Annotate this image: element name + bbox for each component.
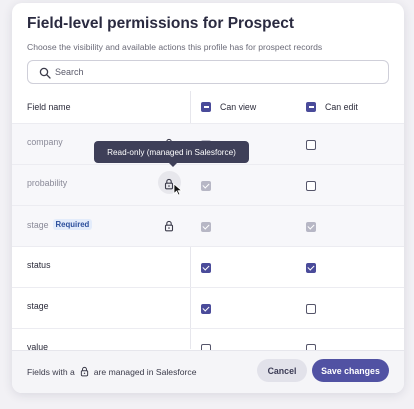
header-can-view[interactable]: Can view bbox=[201, 97, 256, 117]
select-all-edit-checkbox[interactable] bbox=[306, 102, 316, 112]
can-edit-checkbox bbox=[306, 222, 316, 232]
field-name: status bbox=[27, 260, 50, 270]
can-edit-checkbox[interactable] bbox=[306, 263, 316, 273]
field-name: stage bbox=[27, 301, 49, 311]
save-changes-button[interactable]: Save changes bbox=[312, 359, 389, 382]
permissions-dialog: Field-level permissions for Prospect Cho… bbox=[12, 3, 404, 393]
header-can-edit[interactable]: Can edit bbox=[306, 97, 358, 117]
dialog-subtitle: Choose the visibility and available acti… bbox=[27, 42, 323, 52]
field-name-label: status bbox=[27, 260, 51, 270]
can-view-checkbox bbox=[201, 181, 211, 191]
can-edit-checkbox[interactable] bbox=[306, 304, 316, 314]
field-name: probability bbox=[27, 178, 67, 188]
search-icon bbox=[39, 67, 51, 79]
table-row: probability bbox=[12, 164, 404, 205]
header-can-edit-label: Can edit bbox=[325, 102, 358, 112]
select-all-view-checkbox[interactable] bbox=[201, 102, 211, 112]
lock-icon[interactable] bbox=[164, 220, 174, 232]
dialog-footer: Fields with a are managed in Salesforce … bbox=[12, 350, 404, 393]
can-edit-checkbox bbox=[306, 181, 316, 191]
can-edit-checkbox bbox=[306, 140, 316, 150]
header-can-view-label: Can view bbox=[220, 102, 257, 112]
table-row: status bbox=[12, 246, 404, 287]
table-row: stage Required bbox=[12, 205, 404, 246]
field-name-label: company bbox=[27, 137, 63, 147]
table-row: stage bbox=[12, 287, 404, 328]
footer-note-suffix: are managed in Salesforce bbox=[93, 366, 197, 377]
can-view-checkbox[interactable] bbox=[201, 304, 211, 314]
cancel-button[interactable]: Cancel bbox=[257, 359, 307, 382]
can-view-checkbox bbox=[201, 222, 211, 232]
lock-icon bbox=[80, 366, 88, 377]
can-view-checkbox[interactable] bbox=[201, 263, 211, 273]
header-field-name: Field name bbox=[27, 102, 71, 112]
field-name-label: probability bbox=[27, 178, 68, 188]
dialog-title: Field-level permissions for Prospect bbox=[27, 15, 295, 32]
footer-note: Fields with a are managed in Salesforce bbox=[27, 366, 196, 377]
read-only-tooltip: Read-only (managed in Salesforce) bbox=[94, 141, 249, 167]
field-name: stage Required bbox=[27, 219, 93, 230]
search-box[interactable] bbox=[27, 60, 389, 84]
mouse-pointer-icon bbox=[173, 183, 183, 196]
search-input[interactable] bbox=[55, 64, 375, 80]
field-name: company bbox=[27, 137, 63, 147]
footer-note-prefix: Fields with a bbox=[27, 366, 75, 377]
field-name-label: stage bbox=[27, 219, 49, 230]
required-badge: Required bbox=[52, 219, 93, 230]
field-name-label: stage bbox=[27, 301, 49, 311]
